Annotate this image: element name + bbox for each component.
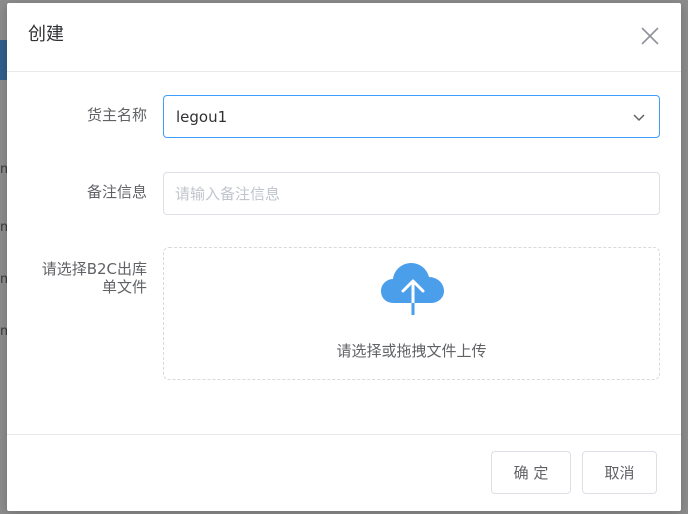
upload-label-line2: 单文件 bbox=[101, 278, 147, 296]
close-icon[interactable] bbox=[637, 23, 663, 49]
upload-text: 请选择或拖拽文件上传 bbox=[336, 342, 487, 360]
ok-button[interactable]: 确 定 bbox=[491, 451, 571, 494]
dialog-header: 创建 bbox=[7, 3, 681, 72]
upload-dropzone[interactable]: 请选择或拖拽文件上传 bbox=[163, 247, 660, 380]
cancel-button[interactable]: 取消 bbox=[582, 451, 657, 494]
owner-select-value: legou1 bbox=[176, 108, 228, 126]
dialog-title: 创建 bbox=[28, 24, 64, 45]
remark-label: 备注信息 bbox=[86, 183, 147, 201]
owner-label: 货主名称 bbox=[86, 106, 147, 124]
footer-divider bbox=[7, 434, 681, 435]
upload-label: 请选择B2C出库 单文件 bbox=[7, 260, 147, 296]
chevron-down-icon bbox=[631, 109, 647, 125]
cloud-upload-icon bbox=[380, 261, 446, 319]
remark-input[interactable] bbox=[163, 172, 660, 215]
create-dialog: 创建 货主名称 legou1 备注信息 请选择B2C出库 单文件 bbox=[7, 3, 681, 511]
owner-select[interactable]: legou1 bbox=[163, 95, 660, 138]
upload-label-line1: 请选择B2C出库 bbox=[41, 260, 147, 278]
